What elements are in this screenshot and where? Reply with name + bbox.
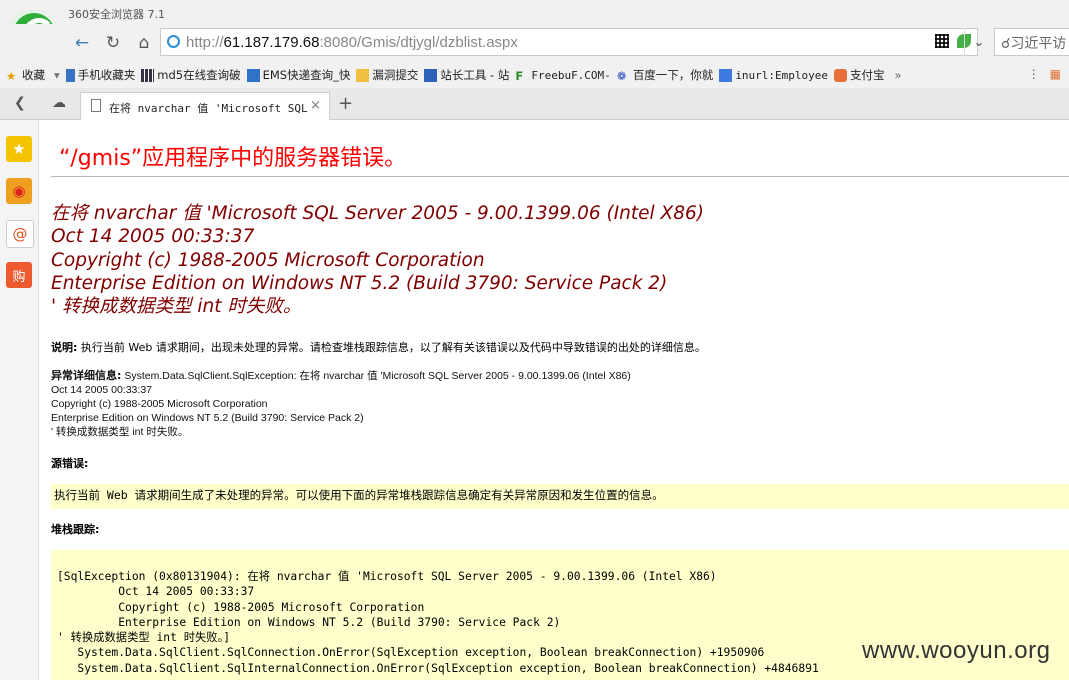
bookmark-favorites[interactable]: ★ 收藏 ▾ xyxy=(6,67,60,83)
error-line: Oct 14 2005 00:33:37 xyxy=(51,226,255,248)
bookmark-item[interactable]: 支付宝 xyxy=(834,67,885,83)
bookmark-item[interactable]: F FreebuF.COM- xyxy=(515,68,610,83)
back-arrow-icon[interactable]: ← xyxy=(70,32,94,54)
description-text: 执行当前 Web 请求期间，出现未处理的异常。请检查堆栈跟踪信息，以了解有关该错… xyxy=(77,341,706,354)
globe-icon xyxy=(167,35,180,48)
folder-icon xyxy=(356,68,370,82)
exception-line: Oct 14 2005 00:33:37 xyxy=(51,384,152,396)
baidu-icon: ❁ xyxy=(616,68,627,83)
bookmark-item[interactable]: 漏洞提交 xyxy=(356,67,418,83)
error-line: 在将 nvarchar 值 'Microsoft SQL Server 2005… xyxy=(51,203,704,224)
cloud-icon[interactable]: ☁ xyxy=(52,95,66,111)
page-title: “/gmis”应用程序中的服务器错误。 xyxy=(59,146,407,171)
bookmark-item[interactable]: inurl:Employee xyxy=(719,68,828,82)
bookmarks-bar: ★ 收藏 ▾ 手机收藏夹 md5在线查询破 EMS快递查询_快 漏洞提交 站长工具 … xyxy=(0,62,1069,88)
chevron-down-icon[interactable]: ⌄ xyxy=(964,28,993,56)
error-line: Copyright (c) 1988-2005 Microsoft Corpor… xyxy=(51,249,485,271)
weibo-icon[interactable]: ◉ xyxy=(6,178,32,204)
error-line: ' 转换成数据类型 int 时失败。 xyxy=(51,296,302,318)
source-error-label: 源错误: xyxy=(51,457,89,470)
stack-line: [SqlException (0x80131904): 在将 nvarchar … xyxy=(57,570,717,583)
phone-icon xyxy=(65,68,75,82)
address-bar[interactable]: http://61.187.179.68:8080/Gmis/dtjygl/dz… xyxy=(160,28,978,56)
qr-code-icon[interactable] xyxy=(935,34,949,48)
close-icon[interactable]: × xyxy=(310,98,321,113)
ems-icon xyxy=(246,68,260,82)
error-line: Enterprise Edition on Windows NT 5.2 (Bu… xyxy=(51,272,668,294)
stack-line: Copyright (c) 1988-2005 Microsoft Corpor… xyxy=(57,600,425,614)
bookmark-item[interactable]: 站长工具 - 站 xyxy=(424,67,509,83)
tab-active[interactable]: 在将 nvarchar 值 'Microsoft SQL Se × xyxy=(80,92,330,120)
bookmark-item[interactable]: 手机收藏夹 xyxy=(65,67,135,83)
collapse-left-icon[interactable]: ❮ xyxy=(14,95,26,111)
divider xyxy=(51,176,1069,177)
exception-line: Enterprise Edition on Windows NT 5.2 (Bu… xyxy=(51,412,364,424)
exception-label: 异常详细信息: xyxy=(51,369,122,382)
exception-line: System.Data.SqlClient.SqlException: 在将 n… xyxy=(121,370,631,382)
exception-line: Copyright (c) 1988-2005 Microsoft Corpor… xyxy=(51,398,268,410)
page-content: “/gmis”应用程序中的服务器错误。 在将 nvarchar 值 'Micro… xyxy=(38,120,1069,680)
app-title: 360安全浏览器 7.1 xyxy=(68,8,165,21)
shopping-icon[interactable]: 购 xyxy=(6,262,32,288)
search-input[interactable]: ☌习近平访 xyxy=(994,28,1069,56)
menu-dots-icon[interactable]: ⋮ xyxy=(1028,67,1040,81)
navigation-bar: ← ↻ ⌂ http://61.187.179.68:8080/Gmis/dtj… xyxy=(0,24,1069,62)
description: 说明: 执行当前 Web 请求期间，出现未处理的异常。请检查堆栈跟踪信息，以了解… xyxy=(51,339,706,355)
stack-line: Enterprise Edition on Windows NT 5.2 (Bu… xyxy=(57,615,561,629)
bookmark-item[interactable]: md5在线查询破 xyxy=(141,67,241,83)
description-label: 说明: xyxy=(51,341,78,354)
tool-icon xyxy=(424,68,438,82)
apps-grid-icon[interactable]: ▦ xyxy=(1050,67,1061,81)
more-bookmarks-icon[interactable]: » xyxy=(895,68,902,82)
page-icon xyxy=(91,99,101,112)
url-text[interactable]: http://61.187.179.68:8080/Gmis/dtjygl/dz… xyxy=(186,34,518,51)
source-error-box: 执行当前 Web 请求期间生成了未处理的异常。可以使用下面的异常堆栈跟踪信息确定… xyxy=(51,484,1069,509)
exception-line: ' 转换成数据类型 int 时失败。 xyxy=(51,426,189,438)
favorites-star-icon[interactable]: ★ xyxy=(6,136,32,162)
bookmark-item[interactable]: EMS快递查询_快 xyxy=(246,67,350,83)
search-icon: ☌ xyxy=(1001,36,1011,52)
tab-title: 在将 nvarchar 值 'Microsoft SQL Se xyxy=(109,102,309,115)
error-heading: 在将 nvarchar 值 'Microsoft SQL Server 2005… xyxy=(51,202,704,318)
star-icon: ★ xyxy=(6,68,17,83)
new-tab-button[interactable]: + xyxy=(338,93,353,114)
title-bar: 360安全浏览器 7.1 xyxy=(0,0,1069,24)
refresh-icon[interactable]: ↻ xyxy=(101,32,125,54)
sidebar: ★ ◉ @ 购 xyxy=(0,120,39,680)
home-icon[interactable]: ⌂ xyxy=(132,32,156,54)
mail-icon[interactable]: @ xyxy=(6,220,34,248)
bookmark-item[interactable]: ❁ 百度一下，你就 xyxy=(617,67,714,83)
exception-details: 异常详细信息: System.Data.SqlClient.SqlExcepti… xyxy=(51,369,631,439)
stack-trace-label: 堆栈跟踪: xyxy=(51,523,100,536)
stack-line: Oct 14 2005 00:33:37 xyxy=(57,585,255,599)
grid-icon xyxy=(141,68,155,82)
google-icon xyxy=(719,68,733,82)
alipay-icon xyxy=(834,68,848,82)
watermark: www.wooyun.org xyxy=(862,637,1051,664)
tab-bar: ❮ ☁ 在将 nvarchar 值 'Microsoft SQL Se × + xyxy=(0,88,1069,120)
freebuf-icon: F xyxy=(515,68,524,83)
